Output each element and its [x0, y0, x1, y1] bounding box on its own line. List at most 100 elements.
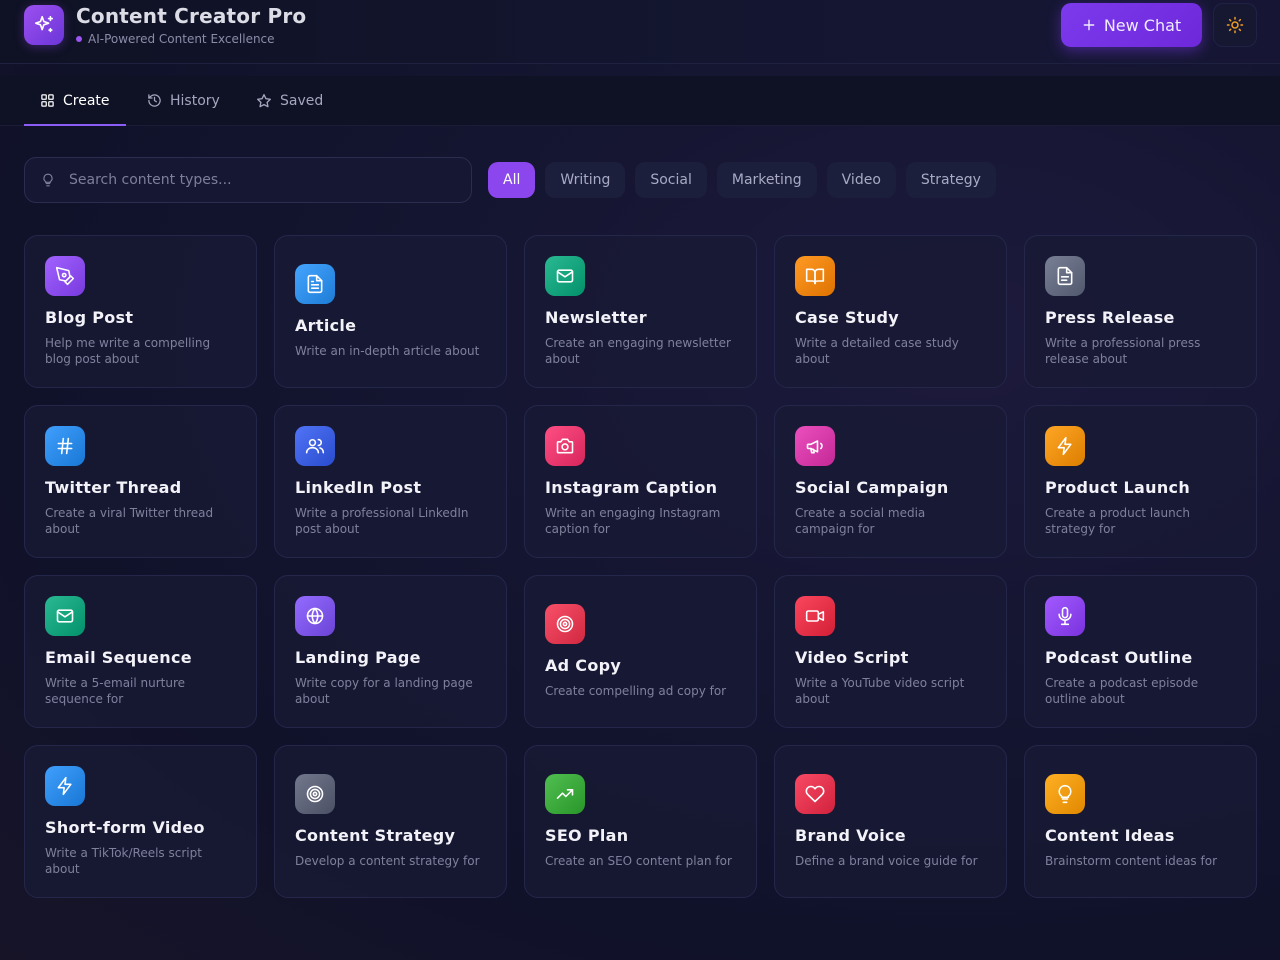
content-card-email-sequence[interactable]: Email Sequence Write a 5-email nurture se… — [24, 575, 257, 728]
card-icon-badge — [795, 426, 835, 466]
heart-icon — [805, 785, 825, 803]
content-card-press-release[interactable]: Press Release Write a professional press … — [1024, 235, 1257, 388]
target-icon — [556, 615, 574, 633]
lightbulb-icon — [1058, 784, 1072, 804]
card-icon-badge — [545, 774, 585, 814]
content-card-seo-plan[interactable]: SEO Plan Create an SEO content plan for — [524, 745, 757, 898]
app-subtitle-text: AI-Powered Content Excellence — [88, 32, 275, 46]
content-card-article[interactable]: Article Write an in-depth article about — [274, 235, 507, 388]
content-card-content-strategy[interactable]: Content Strategy Develop a content strate… — [274, 745, 507, 898]
card-title: Video Script — [795, 648, 909, 667]
pen-tool-icon — [55, 266, 75, 286]
content-card-short-form-video[interactable]: Short-form Video Write a TikTok/Reels scr… — [24, 745, 257, 898]
content-card-newsletter[interactable]: Newsletter Create an engaging newsletter … — [524, 235, 757, 388]
content-card-blog-post[interactable]: Blog Post Help me write a compelling blog… — [24, 235, 257, 388]
card-icon-badge — [1045, 596, 1085, 636]
content-type-grid: Blog Post Help me write a compelling blog… — [24, 235, 1257, 898]
content-card-landing-page[interactable]: Landing Page Write copy for a landing pag… — [274, 575, 507, 728]
card-description: Write a TikTok/Reels script about — [45, 846, 202, 876]
card-icon-badge — [1045, 256, 1085, 296]
search-input[interactable] — [69, 172, 449, 188]
tab-saved[interactable]: Saved — [240, 76, 339, 125]
card-icon-badge — [545, 426, 585, 466]
card-icon-badge — [795, 596, 835, 636]
filter-chip-strategy[interactable]: Strategy — [905, 162, 996, 198]
card-title: Content Strategy — [295, 826, 456, 845]
content-card-ad-copy[interactable]: Ad Copy Create compelling ad copy for — [524, 575, 757, 728]
target-icon — [306, 785, 324, 803]
card-description: Write an engaging Instagram caption for — [545, 506, 721, 536]
theme-toggle-button[interactable] — [1213, 3, 1257, 47]
content-card-brand-voice[interactable]: Brand Voice Define a brand voice guide fo… — [774, 745, 1007, 898]
megaphone-icon — [806, 440, 823, 454]
tab-saved-label: Saved — [280, 92, 324, 109]
card-description: Write a professional press release about — [1045, 336, 1201, 366]
content-card-twitter-thread[interactable]: Twitter Thread Create a viral Twitter thr… — [24, 405, 257, 558]
filter-chip-marketing[interactable]: Marketing — [716, 162, 817, 198]
card-description: Write a detailed case study about — [795, 336, 959, 366]
tab-history-label: History — [170, 92, 220, 109]
card-title: Social Campaign — [795, 478, 949, 497]
card-icon-badge — [545, 604, 585, 644]
card-title: SEO Plan — [545, 826, 629, 845]
video-icon — [805, 610, 825, 622]
file-text-icon — [307, 274, 323, 294]
card-icon-badge — [1045, 426, 1085, 466]
content-card-social-campaign[interactable]: Social Campaign Create a social media cam… — [774, 405, 1007, 558]
mail-icon — [56, 609, 74, 623]
card-title: Short-form Video — [45, 818, 205, 837]
hash-icon — [57, 437, 73, 455]
card-title: Landing Page — [295, 648, 421, 667]
content-card-video-script[interactable]: Video Script Write a YouTube video script… — [774, 575, 1007, 728]
card-description: Help me write a compelling blog post abo… — [45, 336, 211, 366]
card-icon-badge — [45, 256, 85, 296]
card-title: Brand Voice — [795, 826, 906, 845]
filter-chip-all[interactable]: All — [488, 162, 536, 198]
content-card-content-ideas[interactable]: Content Ideas Brainstorm content ideas fo… — [1024, 745, 1257, 898]
card-description: Write copy for a landing page about — [295, 676, 473, 706]
sparkles-icon — [34, 15, 54, 33]
globe-icon — [306, 607, 324, 625]
card-title: Twitter Thread — [45, 478, 182, 497]
history-icon — [148, 94, 161, 107]
app-logo — [24, 5, 64, 45]
content-card-linkedin-post[interactable]: LinkedIn Post Write a professional Linked… — [274, 405, 507, 558]
card-title: Product Launch — [1045, 478, 1191, 497]
sun-icon — [1226, 16, 1244, 34]
tab-bar: Create History Saved — [0, 76, 1280, 126]
card-description: Create an SEO content plan for — [545, 854, 732, 868]
plus-icon — [1083, 19, 1095, 31]
tab-history[interactable]: History — [131, 76, 236, 125]
card-title: Article — [295, 316, 357, 335]
card-icon-badge — [295, 596, 335, 636]
card-icon-badge — [295, 774, 335, 814]
content-card-instagram-caption[interactable]: Instagram Caption Write an engaging Insta… — [524, 405, 757, 558]
mic-icon — [1058, 606, 1072, 626]
card-description: Brainstorm content ideas for — [1045, 854, 1217, 868]
mail-icon — [556, 269, 574, 283]
new-chat-button[interactable]: New Chat — [1061, 3, 1202, 47]
tab-create-label: Create — [63, 92, 110, 109]
users-icon — [305, 438, 325, 454]
zap-icon — [1057, 436, 1072, 456]
card-description: Create a viral Twitter thread about — [45, 506, 214, 536]
tab-create[interactable]: Create — [24, 76, 126, 126]
card-title: Email Sequence — [45, 648, 192, 667]
card-description: Write an in-depth article about — [295, 344, 480, 358]
card-icon-badge — [45, 596, 85, 636]
card-description: Create compelling ad copy for — [545, 684, 727, 698]
card-description: Create an engaging newsletter about — [545, 336, 731, 366]
filter-chips: All Writing Social Marketing Video Strat… — [488, 162, 996, 198]
camera-icon — [556, 438, 574, 454]
filter-chip-writing[interactable]: Writing — [545, 162, 626, 198]
filter-chip-video[interactable]: Video — [826, 162, 896, 198]
filter-chip-social[interactable]: Social — [635, 162, 707, 198]
content-card-case-study[interactable]: Case Study Write a detailed case study ab… — [774, 235, 1007, 388]
content-card-podcast-outline[interactable]: Podcast Outline Create a podcast episode … — [1024, 575, 1257, 728]
card-title: Ad Copy — [545, 656, 622, 675]
grid-icon — [41, 94, 54, 107]
card-title: Blog Post — [45, 308, 134, 327]
app-header: Content Creator Pro AI-Powered Content E… — [0, 0, 1280, 64]
book-open-icon — [805, 268, 825, 285]
content-card-product-launch[interactable]: Product Launch Create a product launch st… — [1024, 405, 1257, 558]
